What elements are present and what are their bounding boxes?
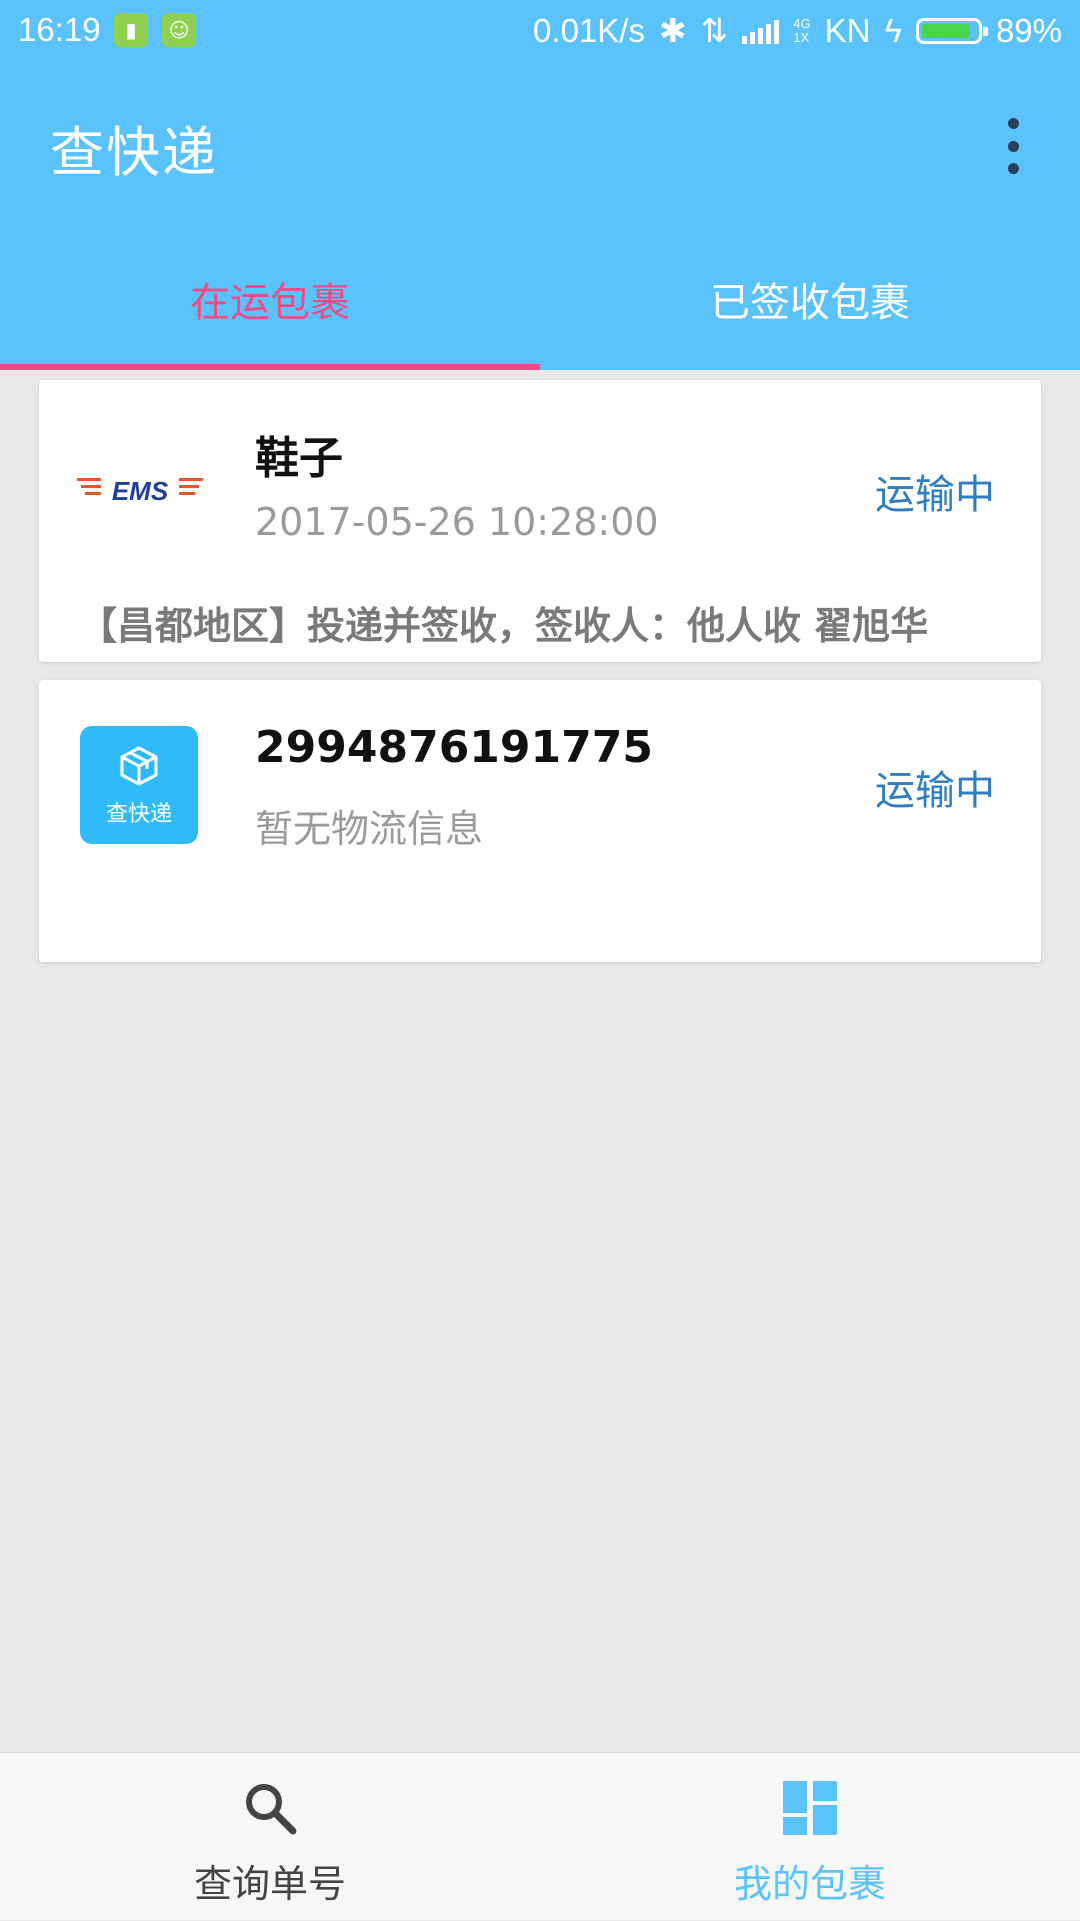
menu-dot	[1007, 118, 1019, 129]
menu-dot	[1007, 163, 1019, 174]
nav-label-search: 查询单号	[193, 1862, 346, 1906]
battery-percent: 89%	[995, 11, 1062, 49]
data-arrows-icon: ⇅	[700, 12, 729, 49]
network-speed: 0.01K/s	[533, 11, 645, 49]
charging-icon: ϟ	[884, 11, 902, 49]
network-type-bottom: 1X	[793, 29, 810, 45]
page-title: 查快递	[50, 121, 218, 184]
battery-nub	[982, 26, 988, 36]
nav-item-my-packages[interactable]: 我的包裹	[540, 1753, 1080, 1921]
package-card[interactable]: EMS 鞋子 2017-05-26 10:28:00 运输中 【昌都地区】投递并…	[39, 380, 1041, 662]
package-card[interactable]: 查快递 2994876191775 暂无物流信息 运输中	[39, 680, 1041, 962]
status-right-group: 0.01K/s ✱ ⇅ 4G 1X KN ϟ 89%	[533, 11, 1062, 50]
battery-icon	[915, 17, 988, 44]
status-time: 16:19	[18, 11, 101, 48]
bottom-navigation: 查询单号 我的包裹	[0, 1752, 1080, 1920]
carrier-label: KN	[824, 11, 871, 49]
status-badge: 运输中	[875, 472, 995, 518]
dashboard-icon	[783, 1781, 837, 1835]
nav-label-my-packages: 我的包裹	[733, 1862, 886, 1906]
network-type: 4G 1X	[793, 15, 811, 45]
app-header: 16:19 ▮ ☺ 0.01K/s ✱ ⇅ 4G 1X KN ϟ 89% 查快递…	[0, 0, 1080, 370]
network-type-top: 4G	[793, 15, 811, 31]
battery-app-icon: ▮	[114, 13, 148, 47]
app-logo-icon: 查快递	[80, 726, 198, 844]
status-bar: 16:19 ▮ ☺ 0.01K/s ✱ ⇅ 4G 1X KN ϟ 89%	[0, 0, 1080, 60]
ems-logo-text: EMS	[112, 476, 169, 506]
ems-logo-icon: EMS	[77, 476, 203, 506]
battery-fill	[921, 23, 970, 38]
more-vert-icon[interactable]	[995, 118, 1031, 174]
signal-icon	[742, 18, 780, 44]
package-name: 鞋子	[255, 433, 343, 484]
tab-in-transit[interactable]: 在运包裹	[0, 270, 540, 328]
menu-dot	[1007, 140, 1019, 152]
app-logo-label: 查快递	[105, 802, 172, 827]
status-badge: 运输中	[875, 768, 995, 814]
package-box-icon	[120, 746, 158, 786]
nav-item-search[interactable]: 查询单号	[0, 1753, 540, 1921]
tab-indicator	[0, 364, 540, 370]
package-time: 2017-05-26 10:28:00	[255, 500, 659, 544]
bluetooth-icon: ✱	[658, 12, 687, 49]
search-icon	[246, 1784, 297, 1835]
package-info: 暂无物流信息	[255, 807, 484, 851]
tracking-number: 2994876191775	[255, 722, 653, 773]
package-latest-event: 【昌都地区】投递并签收，签收人：他人收 翟旭华	[79, 604, 929, 648]
tab-signed[interactable]: 已签收包裹	[540, 270, 1080, 328]
android-app-icon: ☺	[162, 13, 196, 47]
